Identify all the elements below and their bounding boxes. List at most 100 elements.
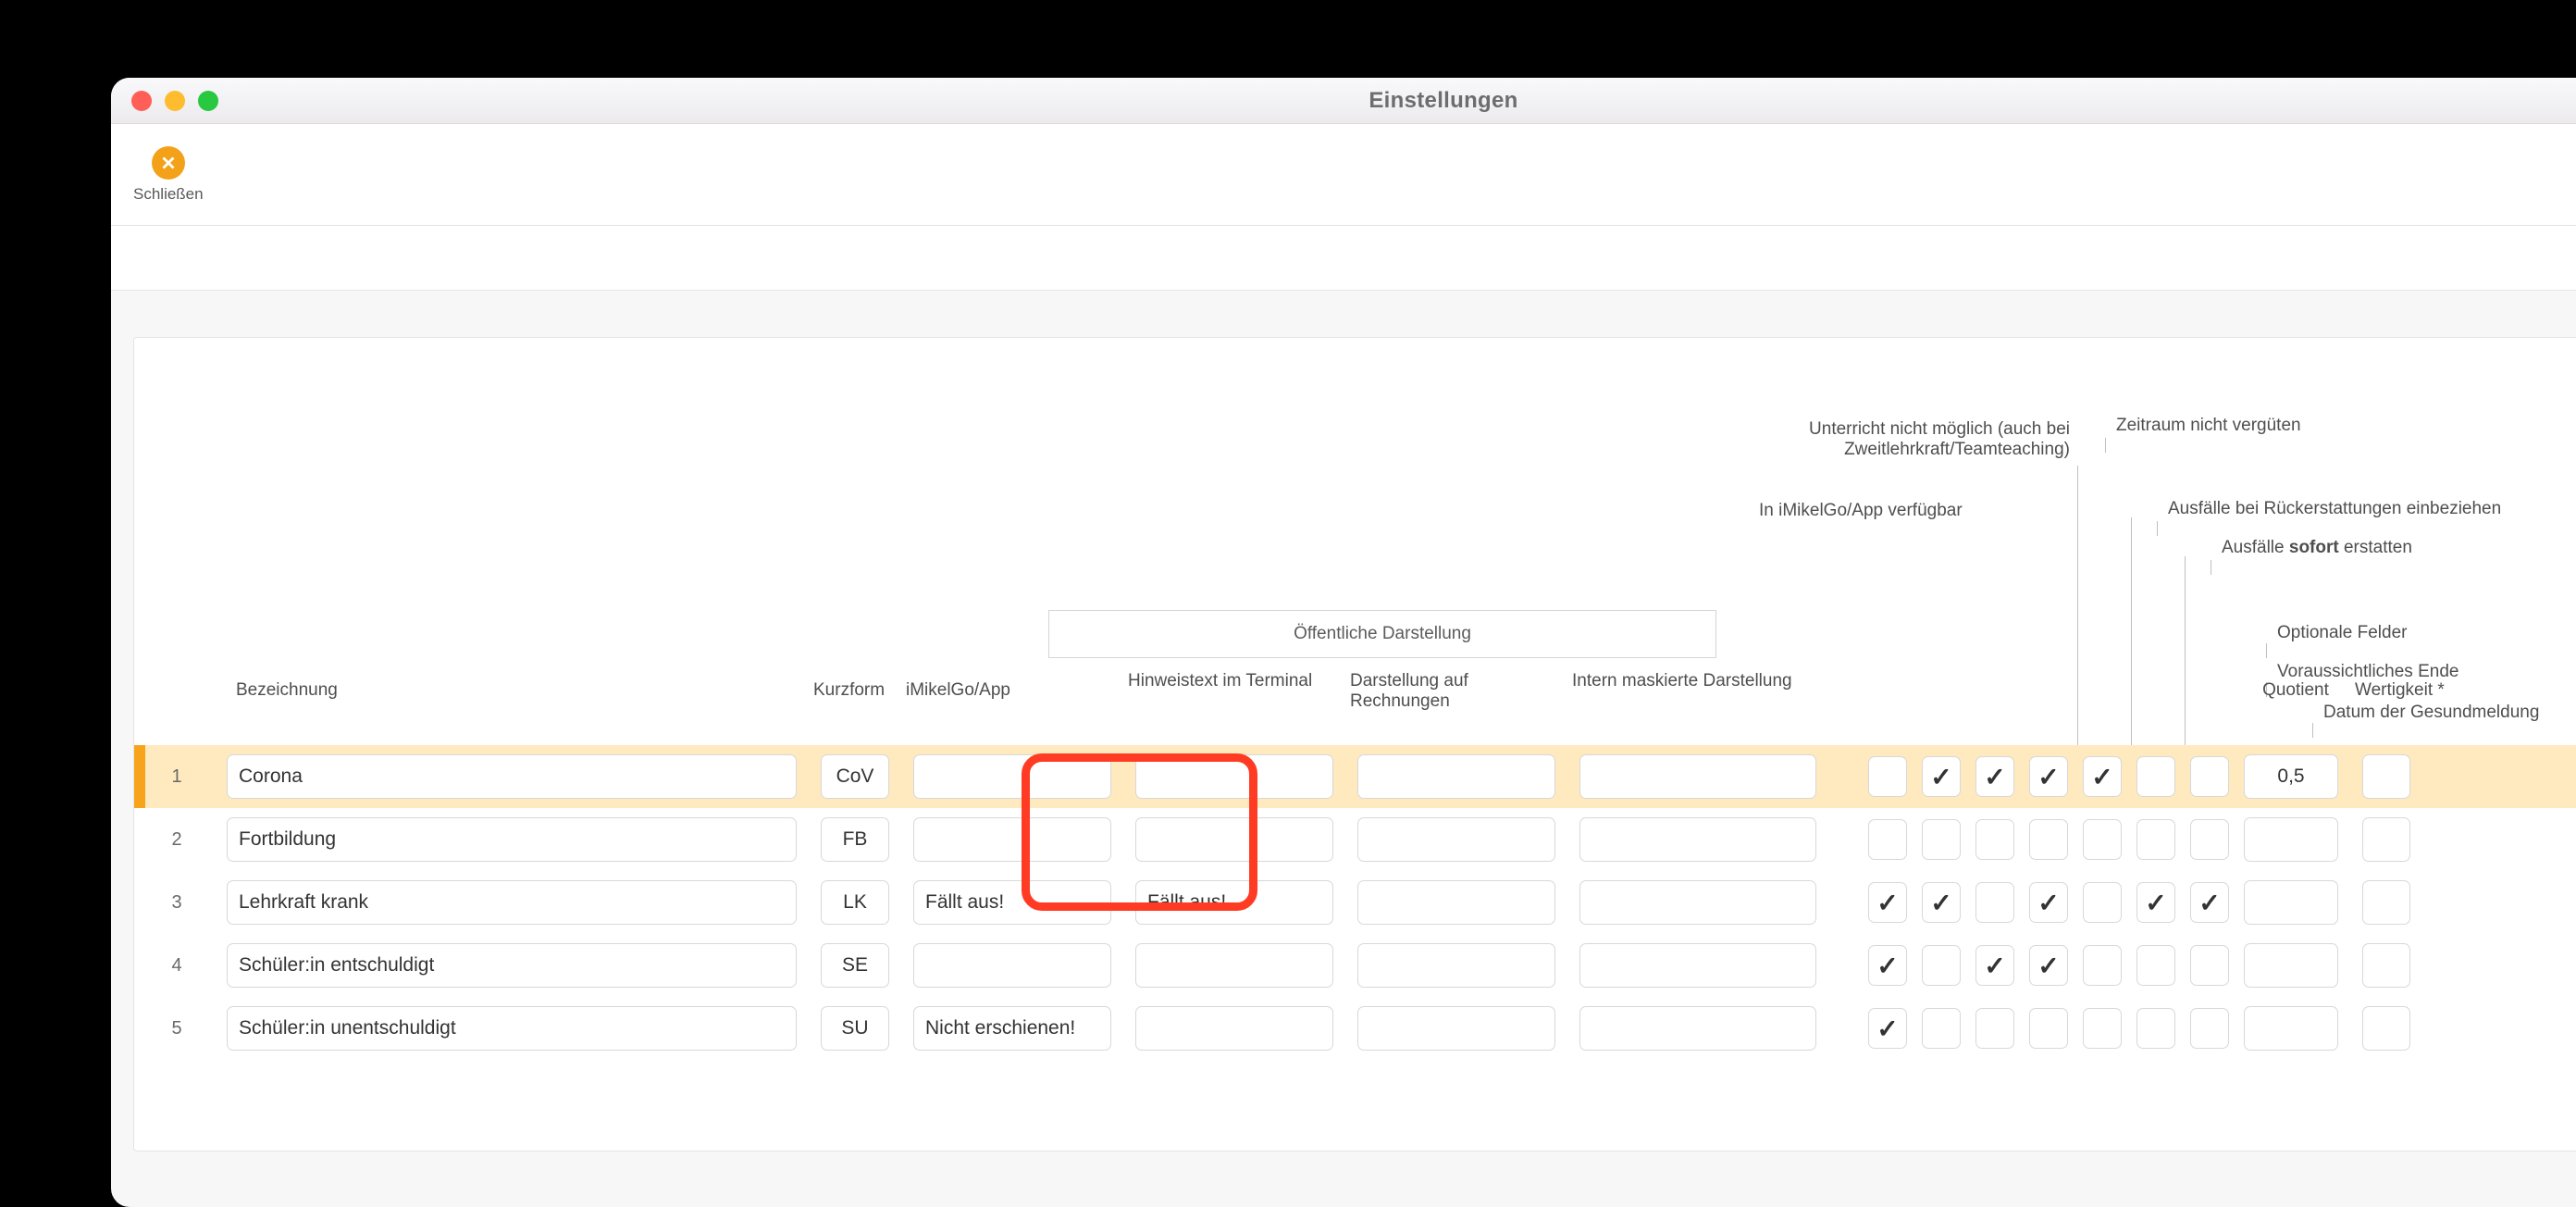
intern-input[interactable] xyxy=(1579,817,1816,862)
col-imikelgo: iMikelGo/App xyxy=(906,680,1128,721)
check-voraus-ende[interactable] xyxy=(2136,945,2175,986)
intern-input[interactable] xyxy=(1579,880,1816,925)
check-zeitraum[interactable] xyxy=(1975,1008,2014,1049)
row-actions xyxy=(2427,808,2576,871)
kurzform-input[interactable] xyxy=(821,1006,889,1051)
action-bar: + Neu xyxy=(111,226,2576,291)
check-rueckerstattung[interactable]: ✓ xyxy=(2029,945,2068,986)
table-row[interactable]: 3 ✓ ✓ ✓ ✓ ✓ xyxy=(134,871,2576,934)
check-gesundmeldung[interactable] xyxy=(2190,819,2229,860)
check-rueckerstattung[interactable] xyxy=(2029,1008,2068,1049)
check-sofort[interactable] xyxy=(2083,882,2122,923)
check-unterricht[interactable]: ✓ xyxy=(1868,882,1907,923)
bezeichnung-input[interactable] xyxy=(227,1006,797,1051)
check-sofort[interactable] xyxy=(2083,945,2122,986)
check-rueckerstattung[interactable]: ✓ xyxy=(2029,756,2068,797)
imikelgo-input[interactable] xyxy=(913,880,1111,925)
hinweistext-input[interactable] xyxy=(1135,754,1333,799)
hinweistext-input[interactable] xyxy=(1135,943,1333,988)
window-close-button[interactable] xyxy=(131,91,152,111)
quotient-input[interactable] xyxy=(2244,943,2338,988)
check-gesundmeldung[interactable] xyxy=(2190,945,2229,986)
check-voraus-ende[interactable] xyxy=(2136,819,2175,860)
hinweistext-input[interactable] xyxy=(1135,880,1333,925)
table-row[interactable]: 1✓✓✓✓ xyxy=(134,745,2576,808)
check-sofort[interactable]: ✓ xyxy=(2083,756,2122,797)
wertigkeit-input[interactable] xyxy=(2362,754,2410,799)
bezeichnung-input[interactable] xyxy=(227,754,797,799)
check-app[interactable]: ✓ xyxy=(1922,756,1961,797)
check-unterricht[interactable]: ✓ xyxy=(1868,1008,1907,1049)
check-sofort[interactable] xyxy=(2083,819,2122,860)
check-zeitraum[interactable] xyxy=(1975,819,2014,860)
imikelgo-input[interactable] xyxy=(913,1006,1111,1051)
header-rueckerstattung: Ausfälle bei Rückerstattungen einbeziehe… xyxy=(2168,499,2501,519)
check-unterricht[interactable] xyxy=(1868,819,1907,860)
col-quotient: Quotient xyxy=(2236,680,2355,721)
header-unterricht: Unterricht nicht möglich (auch bei Zweit… xyxy=(1718,419,2070,460)
imikelgo-input[interactable] xyxy=(913,817,1111,862)
header-optionale-felder: Optionale Felder xyxy=(2277,623,2407,643)
quotient-input[interactable] xyxy=(2244,817,2338,862)
quotient-input[interactable] xyxy=(2244,754,2338,799)
rechnungen-input[interactable] xyxy=(1357,943,1555,988)
check-rueckerstattung[interactable]: ✓ xyxy=(2029,882,2068,923)
check-sofort[interactable] xyxy=(2083,1008,2122,1049)
wertigkeit-input[interactable] xyxy=(2362,1006,2410,1051)
close-icon xyxy=(152,146,185,180)
check-zeitraum[interactable] xyxy=(1975,882,2014,923)
row-number: 3 xyxy=(134,871,219,934)
quotient-input[interactable] xyxy=(2244,880,2338,925)
check-gesundmeldung[interactable] xyxy=(2190,1008,2229,1049)
check-voraus-ende[interactable] xyxy=(2136,1008,2175,1049)
kurzform-input[interactable] xyxy=(821,880,889,925)
imikelgo-input[interactable] xyxy=(913,754,1111,799)
intern-input[interactable] xyxy=(1579,943,1816,988)
table-row[interactable]: 5✓ xyxy=(134,997,2576,1060)
hinweistext-input[interactable] xyxy=(1135,1006,1333,1051)
hinweistext-input[interactable] xyxy=(1135,817,1333,862)
content-area: Unterricht nicht möglich (auch bei Zweit… xyxy=(111,291,2576,1207)
kurzform-input[interactable] xyxy=(821,817,889,862)
wertigkeit-input[interactable] xyxy=(2362,880,2410,925)
check-gesundmeldung[interactable]: ✓ xyxy=(2190,882,2229,923)
bezeichnung-input[interactable] xyxy=(227,817,797,862)
check-app[interactable] xyxy=(1922,945,1961,986)
check-app[interactable] xyxy=(1922,819,1961,860)
imikelgo-input[interactable] xyxy=(913,943,1111,988)
intern-input[interactable] xyxy=(1579,1006,1816,1051)
toolbar: Schließen ) i Mikel xyxy=(111,124,2576,226)
rechnungen-input[interactable] xyxy=(1357,817,1555,862)
rechnungen-input[interactable] xyxy=(1357,1006,1555,1051)
traffic-lights xyxy=(131,91,218,111)
wertigkeit-input[interactable] xyxy=(2362,943,2410,988)
check-zeitraum[interactable]: ✓ xyxy=(1975,945,2014,986)
close-settings-button[interactable]: Schließen xyxy=(133,146,204,204)
check-app[interactable] xyxy=(1922,1008,1961,1049)
check-voraus-ende[interactable] xyxy=(2136,756,2175,797)
check-app[interactable]: ✓ xyxy=(1922,882,1961,923)
intern-input[interactable] xyxy=(1579,754,1816,799)
row-number: 4 xyxy=(134,934,219,997)
rechnungen-input[interactable] xyxy=(1357,880,1555,925)
check-zeitraum[interactable]: ✓ xyxy=(1975,756,2014,797)
window-zoom-button[interactable] xyxy=(198,91,218,111)
wertigkeit-input[interactable] xyxy=(2362,817,2410,862)
window-title: Einstellungen xyxy=(111,88,2576,114)
check-gesundmeldung[interactable] xyxy=(2190,756,2229,797)
check-rueckerstattung[interactable] xyxy=(2029,819,2068,860)
kurzform-input[interactable] xyxy=(821,754,889,799)
check-unterricht[interactable]: ✓ xyxy=(1868,945,1907,986)
bezeichnung-input[interactable] xyxy=(227,880,797,925)
table-row[interactable]: 2 xyxy=(134,808,2576,871)
check-unterricht[interactable] xyxy=(1868,756,1907,797)
rechnungen-input[interactable] xyxy=(1357,754,1555,799)
table-rows: 1✓✓✓✓23✓✓✓✓✓4✓✓✓5✓ xyxy=(134,745,2576,1060)
table-row[interactable]: 4 ✓ ✓ ✓ xyxy=(134,934,2576,997)
bezeichnung-input[interactable] xyxy=(227,943,797,988)
quotient-input[interactable] xyxy=(2244,1006,2338,1051)
window-minimize-button[interactable] xyxy=(165,91,185,111)
col-bezeichnung: Bezeichnung xyxy=(219,680,813,721)
check-voraus-ende[interactable]: ✓ xyxy=(2136,882,2175,923)
kurzform-input[interactable] xyxy=(821,943,889,988)
